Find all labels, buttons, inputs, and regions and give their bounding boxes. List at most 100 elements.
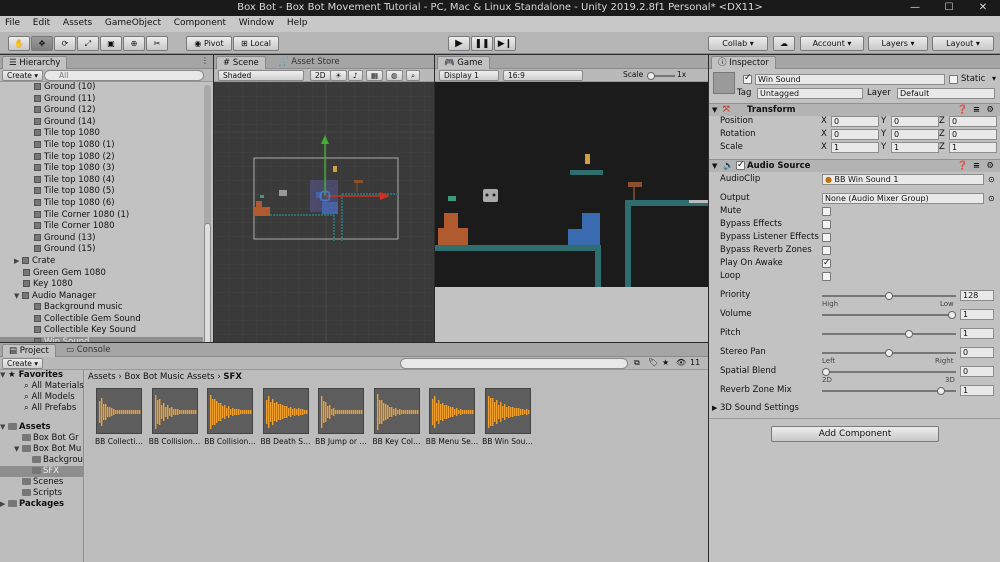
audio-source-enabled-checkbox[interactable] xyxy=(736,159,745,171)
assets-foldout-icon[interactable]: ▼ xyxy=(0,422,8,433)
audio-preset-icon[interactable]: ≡ xyxy=(973,160,980,172)
output-field[interactable]: None (Audio Mixer Group) xyxy=(822,193,984,204)
priority-field[interactable]: 128 xyxy=(960,290,994,301)
scale-y-field[interactable]: 1 xyxy=(891,142,939,153)
audio-help-icon[interactable]: ❓ xyxy=(957,160,968,172)
transform-tool-icon[interactable]: ⊕ xyxy=(123,36,145,51)
project-create-button[interactable]: Create ▾ xyxy=(2,358,44,369)
favorites-header[interactable]: ▼ ★ Favorites xyxy=(0,370,83,381)
favorite-item[interactable]: ⌕ All Materials xyxy=(0,381,84,392)
audio-asset[interactable]: BB Menu Se… xyxy=(424,388,480,446)
asset-folder-item[interactable]: SFX xyxy=(0,466,83,477)
static-checkbox[interactable] xyxy=(949,75,958,84)
audio-icon[interactable]: ♪ xyxy=(348,70,363,81)
foldout-icon[interactable]: ▼ xyxy=(14,291,22,303)
audioclip-field[interactable]: ● BB Win Sound 1 xyxy=(822,174,984,185)
rect-tool-icon[interactable]: ▣ xyxy=(100,36,122,51)
rotate-tool-icon[interactable]: ⟳ xyxy=(54,36,76,51)
audio-asset[interactable]: BB Key Col… xyxy=(369,388,425,446)
scene-canvas[interactable] xyxy=(214,82,434,342)
audio-asset[interactable]: BB Death S… xyxy=(258,388,314,446)
cloud-icon[interactable]: ☁ xyxy=(773,36,795,51)
priority-slider[interactable] xyxy=(822,292,956,300)
audio-asset[interactable]: BB Collision… xyxy=(147,388,203,446)
hierarchy-item[interactable]: Tile Corner 1080 (1) xyxy=(0,210,203,222)
stereo-pan-field[interactable]: 0 xyxy=(960,347,994,358)
hierarchy-item[interactable]: ▶ Crate xyxy=(0,256,203,268)
asset-folder-item[interactable]: ▼ Box Bot Mu xyxy=(0,444,83,455)
output-picker-icon[interactable]: ⊙ xyxy=(988,192,995,205)
add-component-button[interactable]: Add Component xyxy=(771,426,939,442)
hierarchy-item[interactable]: Tile top 1080 (3) xyxy=(0,163,203,175)
volume-slider[interactable] xyxy=(822,311,956,319)
tab-inspector[interactable]: ⓘ Inspector xyxy=(711,56,776,69)
foldout-icon[interactable]: ▶ xyxy=(14,256,22,268)
hand-tool-icon[interactable]: ✋ xyxy=(8,36,30,51)
hierarchy-item[interactable]: Ground (14) xyxy=(0,117,203,129)
favorite-item[interactable]: ⌕ All Prefabs xyxy=(0,403,83,414)
favorites-foldout-icon[interactable]: ▼ xyxy=(0,370,8,381)
object-name-field[interactable]: Win Sound xyxy=(755,74,945,85)
gizmos-icon[interactable]: ◍ xyxy=(386,70,403,81)
audio-source-header[interactable]: ▼ 🔊 Audio Source ❓ ≡ ⚙ xyxy=(709,159,1000,172)
panel-menu-icon[interactable]: ⋮ xyxy=(201,56,209,65)
effects-icon[interactable]: ▦ xyxy=(366,70,384,81)
breadcrumb-sfx[interactable]: SFX xyxy=(223,372,241,382)
tag-dropdown[interactable]: Untagged xyxy=(757,88,863,99)
hierarchy-scroll-thumb[interactable] xyxy=(204,223,211,342)
layers-dropdown[interactable]: Layers ▾ xyxy=(868,36,928,51)
move-tool-icon[interactable]: ✥ xyxy=(31,36,53,51)
game-scale-knob[interactable] xyxy=(647,72,655,80)
layout-dropdown[interactable]: Layout ▾ xyxy=(932,36,994,51)
active-checkbox[interactable] xyxy=(743,73,752,84)
menu-component[interactable]: Component xyxy=(169,16,231,30)
breadcrumb-music-assets[interactable]: Box Bot Music Assets xyxy=(124,372,214,382)
hierarchy-item[interactable]: Collectible Gem Sound xyxy=(0,314,203,326)
hierarchy-item[interactable]: Ground (10) xyxy=(0,82,203,94)
menu-gameobject[interactable]: GameObject xyxy=(100,16,166,30)
hierarchy-create-button[interactable]: Create ▾ xyxy=(2,70,44,81)
asset-folder-item[interactable]: Scenes xyxy=(0,477,83,488)
pivot-toggle[interactable]: ◉ Pivot xyxy=(186,36,232,51)
bypass-reverb-checkbox[interactable] xyxy=(822,246,831,255)
rotation-z-field[interactable]: 0 xyxy=(949,129,997,140)
hierarchy-item[interactable]: Tile top 1080 (5) xyxy=(0,186,203,198)
hierarchy-item[interactable]: Key 1080 xyxy=(0,279,203,291)
audio-gear-icon[interactable]: ⚙ xyxy=(986,160,994,172)
audio-asset[interactable]: BB Win Sou… xyxy=(480,388,536,446)
audio-source-foldout-icon[interactable]: ▼ xyxy=(712,160,717,172)
2d-toggle[interactable]: 2D xyxy=(310,70,331,81)
scene-search-icon[interactable]: ⌕ xyxy=(406,70,421,81)
scene-view[interactable] xyxy=(214,82,434,342)
play-on-awake-checkbox[interactable] xyxy=(822,257,831,270)
hierarchy-item[interactable]: Green Gem 1080 xyxy=(0,268,203,280)
close-button[interactable]: ✕ xyxy=(966,0,1000,16)
audio-asset[interactable]: BB Jump or … xyxy=(313,388,369,446)
scale-x-field[interactable]: 1 xyxy=(831,142,879,153)
hierarchy-item[interactable]: Tile Corner 1080 xyxy=(0,221,203,233)
reverb-mix-knob[interactable] xyxy=(936,387,945,395)
hierarchy-item[interactable]: ▼ Audio Manager xyxy=(0,291,203,303)
menu-edit[interactable]: Edit xyxy=(28,16,55,30)
game-scale-slider[interactable] xyxy=(647,72,675,80)
hierarchy-item[interactable]: Ground (11) xyxy=(0,94,203,106)
minimize-button[interactable]: — xyxy=(898,0,932,16)
hierarchy-item[interactable]: Tile top 1080 (4) xyxy=(0,175,203,187)
maximize-button[interactable]: ☐ xyxy=(932,0,966,16)
collab-dropdown[interactable]: Collab ▾ xyxy=(708,36,768,51)
pitch-knob[interactable] xyxy=(905,330,914,338)
hierarchy-scrollbar[interactable] xyxy=(204,85,211,342)
hierarchy-item[interactable]: Ground (15) xyxy=(0,244,203,256)
assets-root[interactable]: ▼ Assets xyxy=(0,422,83,433)
spatial-blend-knob[interactable] xyxy=(822,368,830,376)
foldout-icon[interactable]: ▼ xyxy=(14,444,22,455)
favorite-star-icon[interactable]: ★ xyxy=(662,358,669,367)
aspect-dropdown[interactable]: 16:9 xyxy=(503,70,583,81)
scale-tool-icon[interactable]: ⤢ xyxy=(77,36,99,51)
tab-scene[interactable]: # Scene xyxy=(216,56,266,69)
static-dropdown-icon[interactable]: ▾ xyxy=(992,74,996,83)
reverb-mix-field[interactable]: 1 xyxy=(960,385,994,396)
local-toggle[interactable]: ⊞ Local xyxy=(233,36,279,51)
packages-foldout-icon[interactable]: ▶ xyxy=(0,499,8,510)
pitch-field[interactable]: 1 xyxy=(960,328,994,339)
